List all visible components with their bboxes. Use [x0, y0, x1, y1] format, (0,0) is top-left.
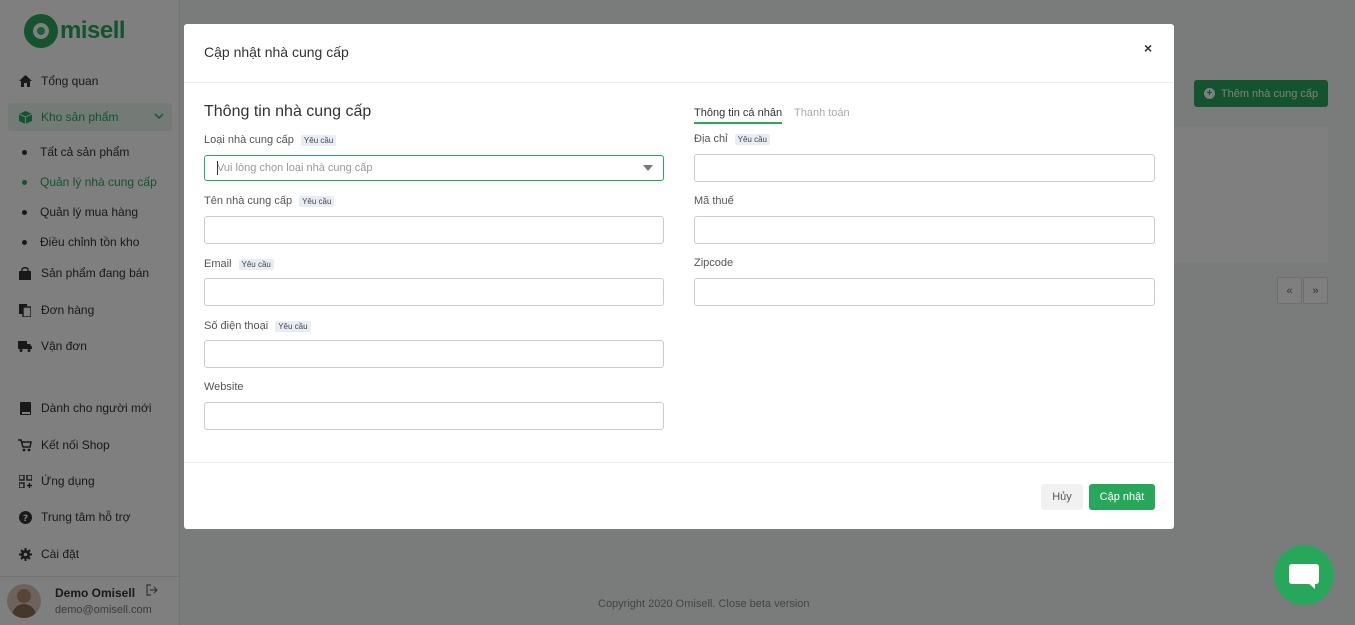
website-input[interactable] [204, 402, 664, 430]
phone-label: Số điện thoại Yêu cầu [204, 320, 311, 332]
chat-bubble-tail [1307, 582, 1315, 589]
chat-widget-button[interactable] [1274, 545, 1334, 605]
cancel-button[interactable]: Hủy [1041, 484, 1083, 510]
update-supplier-modal: Cập nhật nhà cung cấp × Thông tin nhà cu… [184, 24, 1174, 529]
required-badge: Yêu cầu [238, 258, 274, 270]
email-label: Email Yêu cầu [204, 258, 274, 270]
required-badge: Yêu cầu [300, 134, 337, 146]
update-button[interactable]: Cập nhật [1089, 484, 1155, 510]
close-icon[interactable]: × [1144, 40, 1152, 56]
website-label-text: Website [204, 381, 244, 393]
zipcode-label: Zipcode [694, 257, 733, 269]
tab-payment[interactable]: Thanh toán [794, 107, 850, 119]
address-label-text: Địa chỉ [694, 133, 728, 145]
email-input[interactable] [204, 278, 664, 306]
phone-input[interactable] [204, 340, 664, 368]
tax-code-input[interactable] [694, 216, 1155, 244]
email-label-text: Email [204, 258, 232, 270]
required-badge: Yêu cầu [734, 133, 770, 145]
modal-footer: Hủy Cập nhật [184, 462, 1174, 529]
phone-label-text: Số điện thoại [204, 320, 269, 332]
dropdown-arrow-icon [643, 165, 653, 171]
tax-code-label: Mã thuế [694, 195, 734, 207]
address-input[interactable] [694, 154, 1155, 182]
supplier-type-label: Loại nhà cung cấp Yêu cầu [204, 134, 337, 146]
supplier-name-label-text: Tên nhà cung cấp [204, 195, 293, 207]
modal-header: Cập nhật nhà cung cấp × [184, 24, 1174, 83]
chat-bubble-icon [1289, 564, 1319, 584]
supplier-type-label-text: Loại nhà cung cấp [204, 134, 294, 146]
tab-personal-info[interactable]: Thông tin cá nhân [694, 107, 783, 124]
section-title: Thông tin nhà cung cấp [204, 103, 372, 120]
supplier-type-placeholder: Vui lòng chọn loại nhà cung cấp [217, 162, 373, 174]
required-badge: Yêu cầu [275, 320, 311, 332]
required-badge: Yêu cầu [299, 195, 335, 207]
website-label: Website [204, 381, 244, 393]
supplier-type-select[interactable]: Vui lòng chọn loại nhà cung cấp [204, 155, 664, 181]
text-cursor [217, 161, 218, 175]
zipcode-label-text: Zipcode [694, 257, 734, 269]
supplier-name-input[interactable] [204, 216, 664, 244]
zipcode-input[interactable] [694, 278, 1155, 306]
address-label: Địa chỉ Yêu cầu [694, 133, 770, 145]
tax-code-label-text: Mã thuế [694, 195, 734, 207]
modal-title: Cập nhật nhà cung cấp [204, 44, 349, 60]
supplier-name-label: Tên nhà cung cấp Yêu cầu [204, 195, 335, 207]
